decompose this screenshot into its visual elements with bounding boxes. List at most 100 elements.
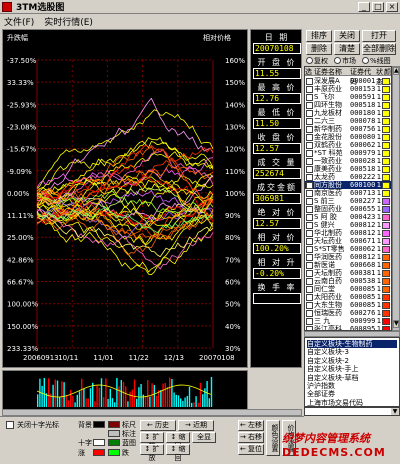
stock-color-swatch[interactable] [382,133,390,141]
close-list-button[interactable]: 关闭 [334,30,360,42]
close-button[interactable]: × [386,2,398,12]
delete-button[interactable]: 删除 [306,43,332,55]
stock-color-swatch[interactable] [382,109,390,117]
move-right-button[interactable]: → 右移 [238,432,264,443]
row-select-checkbox[interactable] [306,245,313,253]
mark-color-swatch[interactable] [108,430,120,437]
stock-color-swatch[interactable] [382,253,390,261]
stock-color-swatch[interactable] [382,181,390,189]
maximize-button[interactable]: □ [372,2,384,12]
row-select-checkbox[interactable] [306,165,313,173]
expand-button[interactable]: ↕ 扩放 [140,444,164,462]
stock-color-swatch[interactable] [382,205,390,213]
reset-button[interactable]: ← 复位 [238,444,264,455]
recent-button[interactable]: → 近期 [178,420,214,431]
row-select-checkbox[interactable] [306,253,313,261]
stock-color-swatch[interactable] [382,261,390,269]
block-item[interactable]: 自定义板块-3 [307,348,397,356]
row-select-checkbox[interactable] [306,229,313,237]
stock-color-swatch[interactable] [382,141,390,149]
stock-color-swatch[interactable] [382,237,390,245]
row-select-checkbox[interactable] [306,117,313,125]
row-select-checkbox[interactable] [306,149,313,157]
clear-button[interactable]: 清楚 [334,43,360,55]
open-button[interactable]: 打开 [362,30,396,42]
row-select-checkbox[interactable] [306,237,313,245]
stock-color-swatch[interactable] [382,269,390,277]
stock-color-swatch[interactable] [382,189,390,197]
color-settings-button[interactable]: 颜色设置 [266,420,280,456]
menu-file[interactable]: 文件(F) [4,15,34,28]
stock-color-swatch[interactable] [382,173,390,181]
price-chart[interactable]: 升跌幅 相对价格 -37.50% 160% 33.33% 150% -25.93% 140… [2,29,248,368]
row-select-checkbox[interactable] [306,221,313,229]
block-dropdown[interactable]: ▼ [304,407,400,416]
block-item[interactable]: 自定义板块-草档 [307,374,397,382]
row-select-checkbox[interactable] [306,301,313,309]
stock-color-swatch[interactable] [382,197,390,205]
row-select-checkbox[interactable] [306,85,313,93]
row-select-checkbox[interactable] [306,125,313,133]
stock-color-swatch[interactable] [382,285,390,293]
row-select-checkbox[interactable] [306,269,313,277]
down-color-swatch[interactable] [108,449,120,456]
move-left-button[interactable]: ← 左移 [238,420,264,431]
stock-color-swatch[interactable] [382,277,390,285]
block-item[interactable]: 沪沪指数 [307,382,397,390]
radio-adjusted[interactable] [306,57,313,64]
zoom-in-button[interactable]: ↕ 扩放 [140,432,164,450]
sort-button[interactable]: 排序 [306,30,332,42]
row-select-checkbox[interactable] [306,309,313,317]
col-select[interactable]: 选 [305,67,314,76]
col-code[interactable]: 证券代码 [350,67,376,86]
row-select-checkbox[interactable] [306,261,313,269]
row-select-checkbox[interactable] [306,317,313,325]
row-select-checkbox[interactable] [306,213,313,221]
row-select-checkbox[interactable] [306,197,313,205]
row-select-checkbox[interactable] [306,157,313,165]
stock-color-swatch[interactable] [382,93,390,101]
row-select-checkbox[interactable] [306,181,313,189]
stock-color-swatch[interactable] [382,229,390,237]
row-select-checkbox[interactable] [306,173,313,181]
block-item[interactable]: 自定义板块-2 [307,357,397,365]
cross-color-swatch[interactable] [93,439,105,446]
delete-all-button[interactable]: 全部删除 [362,43,396,55]
stock-color-swatch[interactable] [382,221,390,229]
row-select-checkbox[interactable] [306,293,313,301]
col-color[interactable]: 颜色 [384,67,391,86]
stock-list-scrollbar[interactable]: ▲ ▼ [392,66,400,331]
block-list[interactable]: 自定义板块-生物制药 自定义板块-3 自定义板块-2 自定义板块-手上 自定义板块-草档… [304,337,400,407]
radio-percent[interactable] [362,57,369,64]
block-item[interactable]: 自定义板块-手上 [307,365,397,373]
stock-color-swatch[interactable] [382,149,390,157]
stock-color-swatch[interactable] [382,165,390,173]
up-color-swatch[interactable] [93,449,105,456]
stock-color-swatch[interactable] [382,293,390,301]
col-state[interactable]: 状态 [376,67,384,86]
scroll-up-icon[interactable]: ▲ [393,67,399,75]
blue-color-swatch[interactable] [108,439,120,446]
block-item[interactable]: 全部证券 [307,390,397,398]
show-all-button[interactable]: 全显 [192,432,216,443]
scroll-down-icon[interactable]: ▼ [393,320,399,328]
col-name[interactable]: 证券名称 [314,67,350,76]
stock-color-swatch[interactable] [382,309,390,317]
stock-color-swatch[interactable] [382,77,390,85]
zoom-out-button[interactable]: ↕ 缩回 [166,432,190,450]
stock-color-swatch[interactable] [382,85,390,93]
stock-color-swatch[interactable] [382,301,390,309]
row-select-checkbox[interactable] [306,101,313,109]
crosshair-checkbox[interactable] [6,421,14,429]
row-select-checkbox[interactable] [306,277,313,285]
chart-horizontal-scrollbar[interactable] [2,409,302,416]
row-select-checkbox[interactable] [306,77,313,85]
stock-color-swatch[interactable] [382,101,390,109]
history-button[interactable]: ← 历史 [140,420,176,431]
stock-color-swatch[interactable] [382,117,390,125]
row-select-checkbox[interactable] [306,285,313,293]
minimize-button[interactable]: _ [358,2,370,12]
menu-realtime[interactable]: 实时行情(E) [44,15,93,28]
row-select-checkbox[interactable] [306,133,313,141]
bg-color-swatch[interactable] [93,421,105,428]
